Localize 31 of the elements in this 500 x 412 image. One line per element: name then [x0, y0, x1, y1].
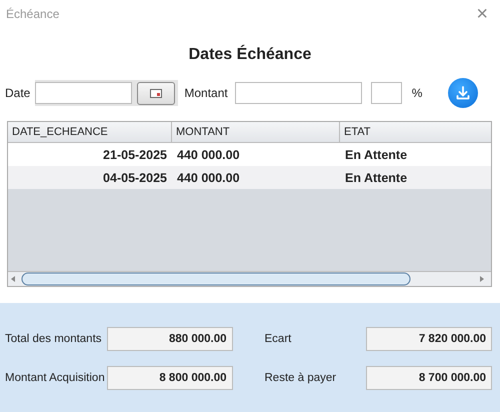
dialog-heading: Dates Échéance: [188, 46, 312, 65]
date-field[interactable]: [35, 82, 132, 104]
summary-label: Ecart: [264, 333, 292, 345]
close-button[interactable]: ×: [472, 4, 492, 24]
column-header[interactable]: MONTANT: [172, 122, 340, 142]
date-label: Date: [5, 86, 30, 100]
summary-value-field: 8 700 000.00: [366, 366, 492, 390]
download-button[interactable]: [448, 78, 478, 108]
table-cell-text: 04-05-2025: [102, 170, 168, 186]
window-title: Échéance: [6, 7, 60, 21]
download-icon: [455, 85, 472, 101]
summary-value-field: 7 820 000.00: [366, 327, 492, 351]
summary-label: Reste à payer: [264, 372, 336, 384]
summary-value-field: 8 800 000.00: [106, 366, 232, 390]
column-header[interactable]: DATE_ECHEANCE: [8, 122, 172, 142]
amount-field[interactable]: [234, 82, 362, 104]
percent-label: %: [412, 86, 422, 100]
table-cell-text: 440 000.00: [176, 170, 241, 186]
table-cell-text: 21-05-2025: [102, 146, 168, 164]
summary-label: Total des montants: [5, 333, 102, 345]
calendar-icon: [150, 88, 162, 98]
horizontal-scrollbar[interactable]: [8, 271, 491, 286]
column-header[interactable]: ETAT: [340, 122, 491, 142]
calendar-button[interactable]: [137, 82, 176, 104]
table-cell-text: En Attente: [344, 170, 408, 186]
summary-label: Montant Acquisition: [5, 372, 105, 384]
table-cell-text: En Attente: [344, 146, 408, 164]
amount-label: Montant: [184, 86, 228, 100]
table-cell-text: 440 000.00: [176, 146, 241, 164]
percent-field[interactable]: [370, 82, 402, 104]
summary-value-field: 880 000.00: [106, 327, 232, 351]
